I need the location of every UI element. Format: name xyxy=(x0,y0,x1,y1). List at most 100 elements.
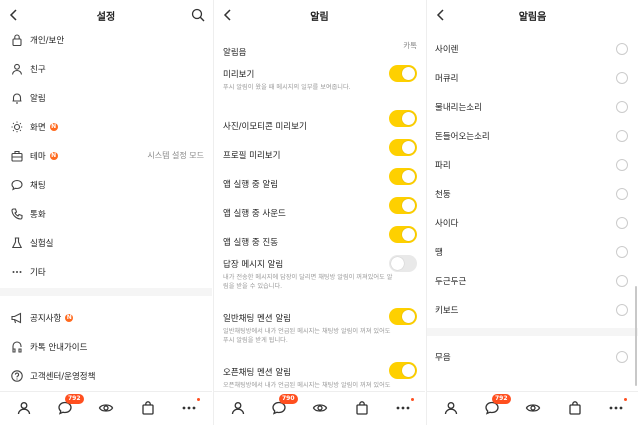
tab-shopping[interactable] xyxy=(140,400,156,416)
tab-shopping[interactable] xyxy=(567,400,583,416)
sound-option[interactable]: 키보드 xyxy=(427,295,638,324)
back-icon[interactable] xyxy=(433,7,449,23)
radio-button[interactable] xyxy=(616,71,628,84)
more-icon xyxy=(182,406,196,410)
tab-more[interactable] xyxy=(395,398,414,416)
radio-button[interactable] xyxy=(616,158,628,171)
new-dot xyxy=(197,398,200,401)
sound-option-label: 사이다 xyxy=(435,218,459,229)
help-icon xyxy=(10,369,24,383)
theme-value: 시스템 설정 모드 xyxy=(147,151,204,160)
screens: 설정 개인/보안 친구 알림 화면 N 테마 N 시스템 설정 모드 채팅 통화… xyxy=(0,0,638,425)
radio-button[interactable] xyxy=(616,129,628,142)
in-app-sound-toggle[interactable] xyxy=(389,197,417,214)
tab-view[interactable] xyxy=(312,400,328,416)
search-icon[interactable] xyxy=(190,7,206,23)
back-icon[interactable] xyxy=(6,7,22,23)
sound-option[interactable]: 사이렌 xyxy=(427,34,638,63)
radio-button[interactable] xyxy=(616,42,628,55)
person-icon xyxy=(17,402,31,415)
tab-friends[interactable] xyxy=(16,400,32,416)
settings-item-privacy[interactable]: 개인/보안 xyxy=(0,25,212,54)
settings-item-etc[interactable]: 기타 xyxy=(0,257,212,286)
bag-icon xyxy=(569,401,581,415)
photo-preview-toggle[interactable] xyxy=(389,110,417,127)
sound-option-mute[interactable]: 무음 xyxy=(427,342,638,371)
unread-badge: 792 xyxy=(65,394,84,404)
tab-view[interactable] xyxy=(525,400,541,416)
settings-item-notifications[interactable]: 알림 xyxy=(0,83,212,112)
theme-icon xyxy=(10,149,24,163)
new-dot xyxy=(411,398,414,401)
chat-icon xyxy=(10,178,24,192)
settings-item-friends[interactable]: 친구 xyxy=(0,54,212,83)
tab-more[interactable] xyxy=(181,398,200,416)
radio-button[interactable] xyxy=(616,245,628,258)
mention-desc: 일반채팅방에서 내가 언급된 메시지는 채팅방 알림이 꺼져 있어도 푸시 알림… xyxy=(223,328,391,344)
sound-option-label: 물내리는소리 xyxy=(435,102,482,113)
scrollbar[interactable] xyxy=(635,286,637,386)
unread-badge: 792 xyxy=(492,394,511,404)
profile-preview-toggle[interactable] xyxy=(389,139,417,156)
radio-button[interactable] xyxy=(616,187,628,200)
settings-item-lab[interactable]: 실험실 xyxy=(0,228,212,257)
toggle-label: 프로필 미리보기 xyxy=(223,151,281,161)
radio-button[interactable] xyxy=(616,303,628,316)
sound-option[interactable]: 두근두근 xyxy=(427,266,638,295)
tab-bar: 790 xyxy=(214,391,425,425)
open-mention-alert-toggle[interactable] xyxy=(389,362,417,379)
settings-item-call[interactable]: 통화 xyxy=(0,199,212,228)
sound-setting[interactable]: 알림음 카톡 xyxy=(214,40,425,59)
in-app-alert-toggle[interactable] xyxy=(389,168,417,185)
more-icon xyxy=(609,406,623,410)
preview-desc: 푸시 알림이 왔을 때 메시지의 일부를 보여줍니다. xyxy=(223,84,351,91)
settings-item-notice[interactable]: 공지사항 N xyxy=(0,303,212,332)
sound-option[interactable]: 땡 xyxy=(427,237,638,266)
tab-chats[interactable]: 792 xyxy=(57,394,84,416)
settings-item-guide[interactable]: 카톡 안내가이드 xyxy=(0,332,212,361)
more-icon xyxy=(10,265,24,279)
settings-item-theme[interactable]: 테마 N 시스템 설정 모드 xyxy=(0,141,212,170)
toggle-label: 앱 실행 중 알림 xyxy=(223,180,279,190)
tab-bar: 792 xyxy=(0,391,212,425)
sound-option[interactable]: 천둥 xyxy=(427,179,638,208)
toggle-label: 앱 실행 중 사운드 xyxy=(223,209,286,219)
tab-shopping[interactable] xyxy=(354,400,370,416)
notifications-panel: 알림 알림음 카톡 미리보기 푸시 알림이 왔을 때 메시지의 일부를 보여줍니… xyxy=(213,0,425,425)
sound-option-label: 돈들어오는소리 xyxy=(435,131,490,142)
radio-button[interactable] xyxy=(616,216,628,229)
reply-alert-toggle[interactable] xyxy=(389,255,417,272)
settings-item-label: 개인/보안 xyxy=(30,35,65,46)
settings-item-chat[interactable]: 채팅 xyxy=(0,170,212,199)
settings-item-display[interactable]: 화면 N xyxy=(0,112,212,141)
sound-option[interactable]: 머큐리 xyxy=(427,63,638,92)
tab-chats[interactable]: 790 xyxy=(271,394,298,416)
sound-option-label: 천둥 xyxy=(435,189,451,200)
radio-button[interactable] xyxy=(616,274,628,287)
tab-chats[interactable]: 792 xyxy=(484,394,511,416)
reply-desc: 내가 전송한 메시지에 답장이 달리면 채팅방 알림이 꺼져있어도 알림을 받을… xyxy=(223,274,393,290)
tab-view[interactable] xyxy=(98,400,114,416)
in-app-vibrate-toggle[interactable] xyxy=(389,226,417,243)
sound-option[interactable]: 파리 xyxy=(427,150,638,179)
tab-more[interactable] xyxy=(608,398,627,416)
settings-panel: 설정 개인/보안 친구 알림 화면 N 테마 N 시스템 설정 모드 채팅 통화… xyxy=(0,0,212,425)
sound-option[interactable]: 물내리는소리 xyxy=(427,92,638,121)
sound-option-label: 땡 xyxy=(435,247,443,258)
back-icon[interactable] xyxy=(220,7,236,23)
settings-item-label: 채팅 xyxy=(30,180,46,191)
tab-friends[interactable] xyxy=(230,400,246,416)
preview-toggle[interactable] xyxy=(389,65,417,82)
eye-icon xyxy=(98,404,114,412)
radio-button[interactable] xyxy=(616,100,628,113)
sound-option[interactable]: 사이다 xyxy=(427,208,638,237)
settings-item-help[interactable]: 고객센터/운영정책 xyxy=(0,361,212,390)
person-icon xyxy=(444,402,458,415)
mention-alert-toggle[interactable] xyxy=(389,308,417,325)
sound-value: 카톡 xyxy=(403,41,417,50)
radio-button[interactable] xyxy=(616,350,628,363)
settings-item-label: 화면 xyxy=(30,122,46,133)
new-badge: N xyxy=(49,122,58,131)
tab-friends[interactable] xyxy=(443,400,459,416)
sound-option[interactable]: 돈들어오는소리 xyxy=(427,121,638,150)
